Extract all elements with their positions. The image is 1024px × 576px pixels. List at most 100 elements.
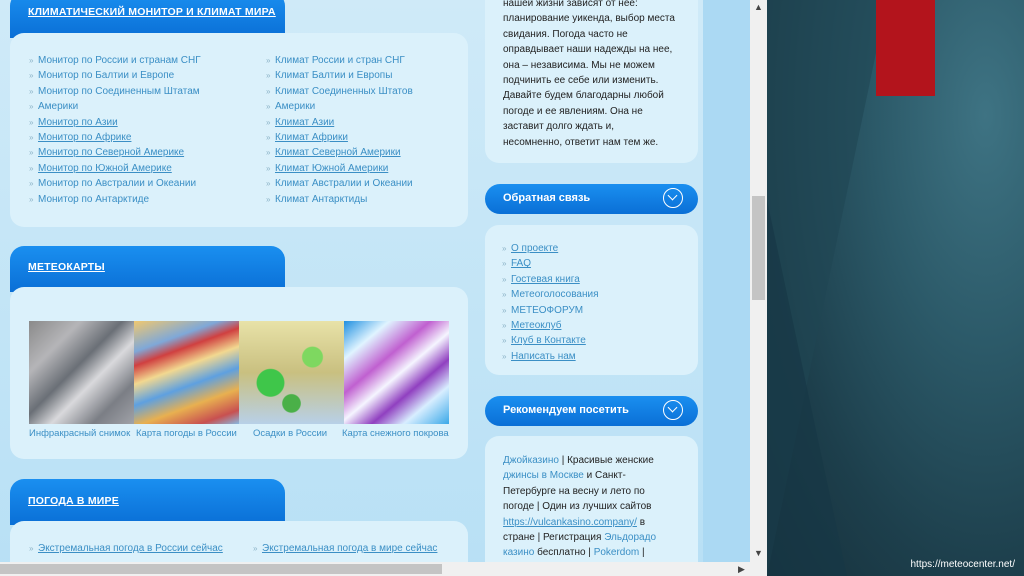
list-item[interactable]: Климат Соединенных Штатов: [266, 84, 466, 100]
climate-link[interactable]: Климат России и стран СНГ: [275, 55, 405, 66]
list-item[interactable]: Климат Балтии и Европы: [266, 68, 466, 84]
list-item[interactable]: Климат Австралии и Океании: [266, 176, 466, 192]
feedback-link[interactable]: О проекте: [511, 243, 558, 254]
list-item[interactable]: FAQ: [502, 256, 692, 272]
feedback-link[interactable]: Написать нам: [511, 351, 576, 362]
meteomaps-tab[interactable]: МЕТЕОКАРТЫ: [10, 246, 285, 292]
monitor-link[interactable]: Монитор по Соединенным Штатам: [38, 86, 200, 97]
map-caption[interactable]: Инфракрасный снимок: [29, 428, 136, 439]
feedback-link[interactable]: МЕТЕОФОРУМ: [511, 305, 583, 316]
climate-monitor-link[interactable]: КЛИМАТИЧЕСКИЙ МОНИТОР: [28, 6, 183, 18]
sponsor-link[interactable]: Pokerdom: [594, 547, 640, 558]
list-item[interactable]: Монитор по Южной Америке: [29, 161, 249, 177]
monitor-link[interactable]: Монитор по Северной Америке: [38, 147, 184, 158]
monitor-link[interactable]: Монитор по Азии: [38, 117, 118, 128]
list-item[interactable]: Написать нам: [502, 349, 692, 365]
list-item[interactable]: Климат Африки: [266, 130, 466, 146]
map-caption[interactable]: Карта погоды в России: [136, 428, 253, 439]
intro-line: несомненно, ответит нам тем же.: [503, 136, 659, 148]
feedback-link[interactable]: Клуб в Контакте: [511, 335, 586, 346]
list-item[interactable]: Монитор по Соединенным Штатам: [29, 84, 249, 100]
monitor-link[interactable]: Монитор по Австралии и Океании: [38, 178, 196, 189]
chevron-down-icon[interactable]: [663, 188, 683, 208]
world-climate-link[interactable]: КЛИМАТ МИРА: [197, 6, 276, 18]
list-item-cont[interactable]: Америки: [266, 99, 466, 115]
list-item[interactable]: Экстремальная погода в России сейчас: [29, 541, 259, 557]
meteomaps-link[interactable]: МЕТЕОКАРТЫ: [28, 261, 105, 273]
list-item[interactable]: Клуб в Контакте: [502, 333, 692, 349]
horizontal-scrollbar[interactable]: ▶: [0, 562, 767, 576]
sponsor-link[interactable]: Джойказино: [503, 455, 559, 466]
list-item[interactable]: Монитор по Балтии и Европе: [29, 68, 249, 84]
weather-link[interactable]: Экстремальная погода в России сейчас: [38, 543, 223, 554]
intro-line: заставит долго ждать и,: [503, 121, 615, 133]
list-item[interactable]: Монитор по Азии: [29, 115, 249, 131]
sponsor-link[interactable]: казино: [503, 547, 534, 558]
list-item[interactable]: Гостевая книга: [502, 272, 692, 288]
list-item[interactable]: Экстремальная погода в мире сейчас: [253, 541, 463, 557]
list-item[interactable]: Климат Азии: [266, 115, 466, 131]
list-item[interactable]: О проекте: [502, 241, 692, 257]
monitor-link[interactable]: Монитор по Африке: [38, 132, 131, 143]
recommend-header[interactable]: Рекомендуем посетить: [485, 396, 698, 426]
feedback-link[interactable]: Метеоголосования: [511, 289, 599, 300]
scroll-down-icon[interactable]: ▼: [750, 546, 767, 560]
monitor-link[interactable]: Монитор по России и странам СНГ: [38, 55, 201, 66]
monitor-link[interactable]: Монитор по Балтии и Европе: [38, 70, 174, 81]
climate-link[interactable]: Климат Антарктиды: [275, 194, 367, 205]
sponsor-link[interactable]: https://vulcankasino.company/: [503, 517, 637, 528]
sponsor-text: Красивые женские: [567, 455, 654, 466]
list-item[interactable]: МЕТЕОФОРУМ: [502, 303, 692, 319]
sponsor-link[interactable]: Эльдорадо: [604, 532, 656, 543]
sponsor-text: Петербурге на весну и лето по: [503, 485, 645, 497]
monitor-link[interactable]: Монитор по Антарктиде: [38, 194, 149, 205]
intro-line: подчинить ее себе или изменить.: [503, 75, 659, 87]
intro-line: она – независима. Мы не можем: [503, 59, 655, 71]
weather-link[interactable]: Экстремальная погода в мире сейчас: [262, 543, 437, 554]
weather-world-link[interactable]: ПОГОДА В МИРЕ: [28, 495, 119, 507]
map-caption[interactable]: Карта снежного покрова: [342, 428, 459, 439]
list-item[interactable]: Метеоголосования: [502, 287, 692, 303]
list-item[interactable]: Монитор по Северной Америке: [29, 145, 249, 161]
scroll-thumb[interactable]: [752, 196, 765, 300]
list-item[interactable]: Климат Южной Америки: [266, 161, 466, 177]
weather-world-tab[interactable]: ПОГОДА В МИРЕ: [10, 479, 285, 525]
climate-link[interactable]: Климат Соединенных Штатов: [275, 86, 413, 97]
list-item[interactable]: Климат Северной Америки: [266, 145, 466, 161]
scroll-up-icon[interactable]: ▲: [750, 0, 767, 14]
list-item[interactable]: Климат Антарктиды: [266, 192, 466, 208]
climate-link[interactable]: Климат Северной Америки: [275, 147, 401, 158]
infrared-map-image[interactable]: [29, 321, 134, 424]
list-item[interactable]: Монитор по Австралии и Океании: [29, 176, 249, 192]
precipitation-map-image[interactable]: [239, 321, 344, 424]
climate-link[interactable]: Америки: [275, 101, 315, 112]
map-caption[interactable]: Осадки в России: [253, 428, 342, 439]
list-item-cont[interactable]: Америки: [29, 99, 249, 115]
monitor-link[interactable]: Америки: [38, 101, 78, 112]
snow-cover-map-image[interactable]: [344, 321, 449, 424]
list-item[interactable]: Климат России и стран СНГ: [266, 53, 466, 69]
list-item[interactable]: Метеоклуб: [502, 318, 692, 334]
feedback-link[interactable]: Гостевая книга: [511, 274, 580, 285]
climate-link[interactable]: Климат Африки: [275, 132, 348, 143]
climate-link[interactable]: Климат Азии: [275, 117, 334, 128]
sponsor-link[interactable]: джинсы в Москве: [503, 470, 584, 481]
climate-link[interactable]: Климат Австралии и Океании: [275, 178, 413, 189]
vertical-scrollbar[interactable]: ▲ ▼: [750, 0, 767, 562]
weather-map-image[interactable]: [134, 321, 239, 424]
scroll-right-icon[interactable]: ▶: [733, 562, 750, 576]
climate-list: Климат России и стран СНГ Климат Балтии …: [266, 53, 466, 207]
feedback-link[interactable]: FAQ: [511, 258, 531, 269]
browser-viewport: КЛИМАТИЧЕСКИЙ МОНИТОР И КЛИМАТ МИРА Мони…: [0, 0, 767, 576]
climate-monitor-tab-label[interactable]: КЛИМАТИЧЕСКИЙ МОНИТОР И КЛИМАТ МИРА: [28, 6, 276, 18]
feedback-header[interactable]: Обратная связь: [485, 184, 698, 214]
list-item[interactable]: Монитор по Африке: [29, 130, 249, 146]
list-item[interactable]: Монитор по Антарктиде: [29, 192, 249, 208]
climate-link[interactable]: Климат Балтии и Европы: [275, 70, 392, 81]
chevron-down-icon[interactable]: [663, 400, 683, 420]
list-item[interactable]: Монитор по России и странам СНГ: [29, 53, 249, 69]
scroll-thumb[interactable]: [0, 564, 442, 574]
feedback-link[interactable]: Метеоклуб: [511, 320, 561, 331]
climate-link[interactable]: Климат Южной Америки: [275, 163, 388, 174]
monitor-link[interactable]: Монитор по Южной Америке: [38, 163, 172, 174]
